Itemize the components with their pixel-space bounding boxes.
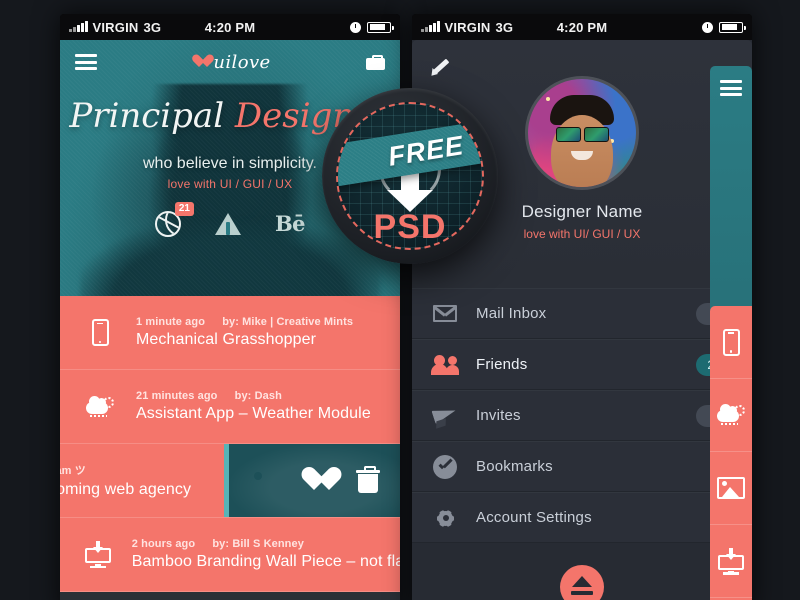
feed-row-time: 2 hours ago	[131, 538, 196, 550]
feed-row-text: 2 hours ago by: Bill S Kenney Bamboo Bra…	[131, 538, 400, 571]
headline-part-1: Principal	[69, 96, 235, 136]
screenshot-stage: VIRGIN 3G 4:20 PM uilove Principal Desig…	[0, 0, 800, 600]
network-label: 3G	[143, 19, 162, 35]
badge-main-label: PSD	[373, 208, 447, 246]
status-right-group	[702, 21, 746, 33]
network-label: 3G	[495, 19, 514, 35]
feed-row-author: by: Dash	[234, 390, 282, 402]
menu-item-bookmarks[interactable]: Bookmarks	[412, 441, 752, 492]
behance-icon: Bē	[274, 211, 306, 237]
alarm-clock-icon	[702, 21, 713, 33]
forrst-icon	[214, 211, 241, 237]
menu-item-mail-inbox[interactable]: Mail Inbox 5	[412, 288, 752, 339]
feed-row[interactable]: 2 hours ago by: Bill S Kenney Bamboo Bra…	[60, 518, 400, 592]
feed-row-time: 21 minutes ago	[136, 390, 218, 402]
carrier-label: VIRGIN	[92, 19, 139, 35]
feed-row-author: by: Bill S Kenney	[212, 538, 304, 550]
image-icon	[717, 477, 745, 499]
hamburger-icon[interactable]	[75, 51, 97, 74]
gear-icon	[432, 505, 458, 531]
status-left-group: VIRGIN 3G	[421, 20, 513, 35]
account-menu: Mail Inbox 5 Friends 25 Invites	[412, 288, 752, 543]
menu-footer	[412, 543, 752, 600]
activity-feed: 1 minute ago by: Mike | Creative Mints M…	[60, 296, 400, 592]
menu-item-friends[interactable]: Friends 25	[412, 339, 752, 390]
bookmark-check-icon	[432, 454, 458, 480]
forrst-link[interactable]	[214, 211, 241, 237]
mail-icon	[432, 301, 458, 327]
side-panel-coral	[710, 306, 752, 600]
feed-row-meta: 1 minute ago by: Mike | Creative Mints	[136, 316, 353, 328]
side-panel-item-image[interactable]	[710, 452, 752, 525]
download-monitor-icon	[78, 541, 118, 568]
feed-row-title: Assistant App – Weather Module	[136, 405, 371, 422]
feed-row-text: 1 minute ago by: Mike | Creative Mints M…	[136, 316, 353, 349]
badge-inner: FREE PSD	[336, 102, 484, 250]
briefcase-icon[interactable]	[365, 54, 385, 70]
weather-icon	[78, 395, 122, 419]
dribbble-link[interactable]: 21	[154, 201, 194, 237]
weather-icon	[717, 403, 745, 427]
feed-row-swiped[interactable]: Ghulam ツ upcoming web agency	[60, 444, 400, 518]
heart-icon	[192, 55, 207, 69]
brand: uilove	[192, 52, 270, 73]
swipe-action-panel	[224, 444, 400, 517]
feed-row[interactable]: 1 minute ago by: Mike | Creative Mints M…	[60, 296, 400, 370]
side-panel-item-weather[interactable]	[710, 379, 752, 452]
status-bar-left: VIRGIN 3G 4:20 PM	[60, 14, 400, 40]
feed-row[interactable]: 21 minutes ago by: Dash Assistant App – …	[60, 370, 400, 444]
battery-icon	[719, 21, 746, 33]
dribbble-badge: 21	[174, 201, 194, 217]
phone-icon	[78, 319, 122, 346]
menu-item-label: Friends	[476, 356, 528, 373]
side-panel-item-download[interactable]	[710, 525, 752, 598]
battery-icon	[367, 21, 394, 33]
feed-row-author: by: Mike | Creative Mints	[222, 316, 354, 328]
status-left-group: VIRGIN 3G	[69, 20, 161, 35]
friends-icon	[431, 352, 459, 378]
feed-row-time: 1 minute ago	[136, 316, 206, 328]
menu-item-account-settings[interactable]: Account Settings	[412, 492, 752, 543]
alarm-clock-icon	[350, 21, 361, 33]
signal-bars-icon	[69, 21, 88, 32]
feed-row-title: Mechanical Grasshopper	[136, 331, 317, 348]
behance-link[interactable]: Bē	[274, 211, 306, 237]
menu-item-invites[interactable]: Invites 1	[412, 390, 752, 441]
feed-row-author: Ghulam ツ	[60, 465, 86, 477]
left-phone-frame: VIRGIN 3G 4:20 PM uilove Principal Desig…	[60, 14, 400, 600]
hero-navbar: uilove	[60, 40, 400, 84]
avatar[interactable]	[525, 76, 639, 190]
feed-row-title: Bamboo Branding Wall Piece – not flat	[131, 553, 400, 570]
feed-row-text: 21 minutes ago by: Dash Assistant App – …	[136, 390, 371, 423]
feed-row-meta: 2 hours ago by: Bill S Kenney	[132, 538, 382, 550]
download-monitor-icon	[717, 547, 745, 575]
menu-item-label: Bookmarks	[476, 458, 553, 475]
avatar-image	[528, 79, 636, 187]
phone-icon	[722, 328, 740, 356]
menu-item-label: Account Settings	[476, 509, 592, 526]
hamburger-icon[interactable]	[720, 80, 742, 96]
plane-icon	[432, 403, 458, 429]
feed-row-meta: 21 minutes ago by: Dash	[136, 390, 371, 402]
carrier-label: VIRGIN	[444, 19, 491, 35]
status-right-group	[350, 21, 394, 33]
heart-icon[interactable]	[300, 468, 330, 494]
menu-item-label: Invites	[476, 407, 521, 424]
feed-row-title: upcoming web agency	[60, 481, 192, 498]
trash-icon[interactable]	[357, 468, 387, 494]
brand-label: uilove	[213, 51, 271, 73]
badge-ribbon-label: FREE	[386, 129, 466, 172]
eye-icon[interactable]	[243, 468, 273, 494]
right-phone-frame: VIRGIN 3G 4:20 PM Designer Name love wit…	[412, 14, 752, 600]
pencil-icon[interactable]	[430, 56, 450, 76]
status-bar-right: VIRGIN 3G 4:20 PM	[412, 14, 752, 40]
eject-logout-icon[interactable]	[560, 565, 604, 600]
signal-bars-icon	[421, 21, 440, 32]
menu-item-label: Mail Inbox	[476, 305, 547, 322]
side-panel-item-phone[interactable]	[710, 306, 752, 379]
free-psd-badge[interactable]: FREE PSD	[322, 88, 498, 264]
